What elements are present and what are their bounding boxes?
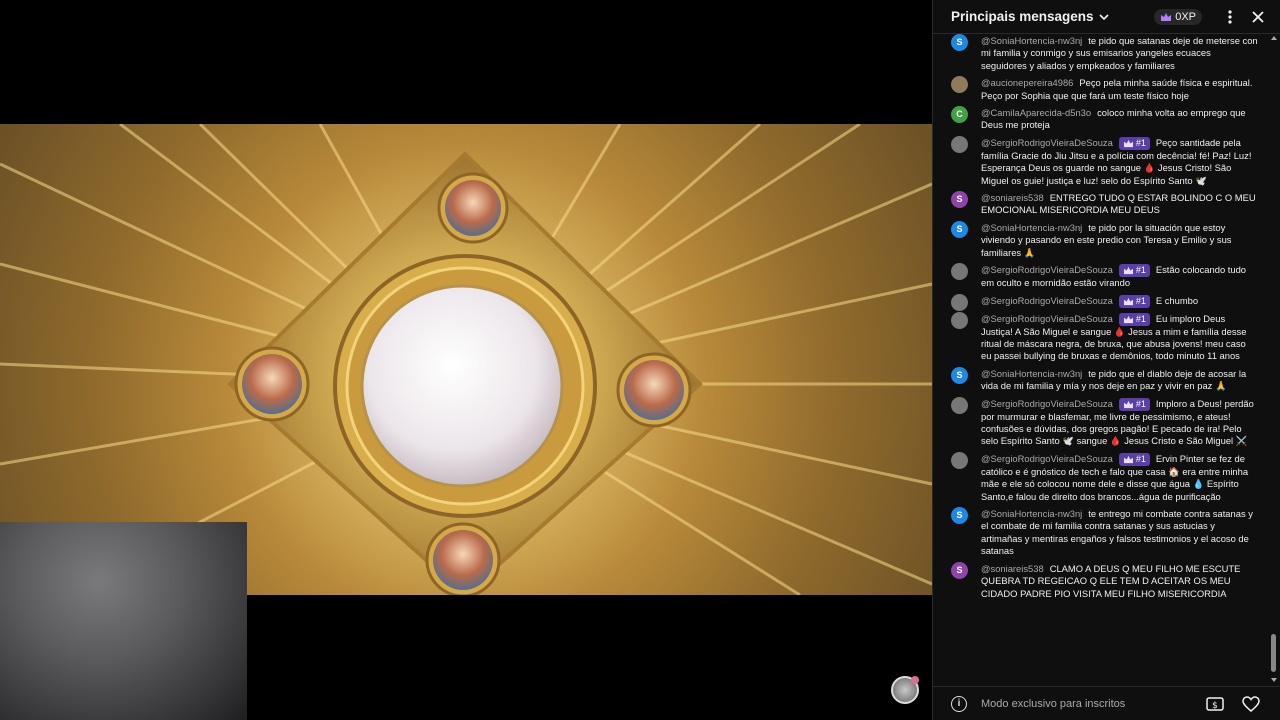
- xp-value: 0XP: [1175, 10, 1196, 23]
- badge-label: #1: [1135, 265, 1146, 276]
- channel-avatar-icon[interactable]: [891, 676, 919, 704]
- chevron-down-icon: [1098, 13, 1109, 20]
- badge-label: #1: [1135, 398, 1146, 409]
- more-options-icon[interactable]: [1220, 7, 1240, 27]
- message-author[interactable]: @SergioRodrigoVieiraDeSouza: [981, 453, 1113, 464]
- chat-message[interactable]: @SergioRodrigoVieiraDeSouza #1 E chumbo: [933, 293, 1270, 312]
- user-avatar[interactable]: [951, 293, 968, 311]
- user-avatar[interactable]: S: [951, 561, 968, 579]
- user-avatar[interactable]: S: [951, 220, 968, 238]
- crown-icon: [1123, 315, 1133, 323]
- message-author[interactable]: @soniareis538: [981, 563, 1044, 574]
- user-avatar[interactable]: [951, 263, 968, 281]
- message-author[interactable]: @SergioRodrigoVieiraDeSouza: [981, 398, 1113, 409]
- chat-mode-dropdown[interactable]: Principais mensagens: [951, 9, 1110, 24]
- message-author[interactable]: @SoniaHortencia-nw3nj: [981, 222, 1082, 233]
- message-text: E chumbo: [1155, 294, 1199, 306]
- message-author[interactable]: @soniareis538: [981, 192, 1044, 203]
- crown-icon: [1123, 455, 1133, 463]
- chat-header: Principais mensagens 0XP: [933, 0, 1280, 34]
- message-author[interactable]: @SoniaHortencia-nw3nj: [981, 35, 1082, 46]
- chat-message[interactable]: @SergioRodrigoVieiraDeSouza #1 Ervin Pinte…: [933, 451, 1270, 507]
- scroll-thumb[interactable]: [1271, 634, 1276, 672]
- chat-message[interactable]: S @soniareis538 CLAMO A DEUS Q MEU FILHO M…: [933, 561, 1270, 604]
- chat-title: Principais mensagens: [951, 9, 1094, 24]
- subscribers-only-notice: Modo exclusivo para inscritos: [981, 697, 1126, 710]
- crown-icon: [1123, 139, 1133, 147]
- top-fan-badge: #1: [1118, 452, 1150, 466]
- chat-message[interactable]: @SergioRodrigoVieiraDeSouza #1 Estão coloc…: [933, 263, 1270, 293]
- crown-icon: [1161, 12, 1172, 21]
- chat-message[interactable]: @SergioRodrigoVieiraDeSouza #1 Eu imploro …: [933, 311, 1270, 367]
- message-author[interactable]: @SoniaHortencia-nw3nj: [981, 368, 1082, 379]
- top-fan-badge: #1: [1118, 397, 1150, 411]
- scroll-up-arrow-icon[interactable]: [1271, 36, 1277, 40]
- chat-message[interactable]: @SergioRodrigoVieiraDeSouza #1 Peço santid…: [933, 135, 1270, 191]
- message-author[interactable]: @SergioRodrigoVieiraDeSouza: [981, 137, 1113, 148]
- message-author[interactable]: @SergioRodrigoVieiraDeSouza: [981, 295, 1113, 306]
- badge-label: #1: [1135, 313, 1146, 324]
- chat-footer: i Modo exclusivo para inscritos $: [933, 686, 1280, 720]
- crown-icon: [1123, 400, 1133, 408]
- chat-message[interactable]: S @SoniaHortencia-nw3nj te pido por la sit…: [933, 220, 1270, 263]
- user-avatar[interactable]: [951, 451, 968, 469]
- svg-text:$: $: [1212, 701, 1218, 711]
- badge-label: #1: [1135, 454, 1146, 465]
- user-avatar[interactable]: [951, 76, 968, 94]
- info-icon[interactable]: i: [951, 695, 967, 712]
- badge-label: #1: [1135, 138, 1146, 149]
- webcam-overlay: [0, 522, 247, 720]
- top-fan-badge: #1: [1118, 294, 1150, 308]
- chat-message[interactable]: @SergioRodrigoVieiraDeSouza #1 Imploro a D…: [933, 396, 1270, 452]
- badge-label: #1: [1135, 295, 1146, 306]
- message-author[interactable]: @SergioRodrigoVieiraDeSouza: [981, 313, 1113, 324]
- chat-scrollbar[interactable]: [1270, 34, 1278, 686]
- top-fan-badge: #1: [1118, 264, 1150, 278]
- user-avatar[interactable]: [951, 396, 968, 414]
- chat-message[interactable]: S @SoniaHortencia-nw3nj te entrego mi comb…: [933, 507, 1270, 562]
- live-chat-panel: Principais mensagens 0XP S @SoniaHortenci…: [932, 0, 1280, 720]
- user-avatar[interactable]: S: [951, 191, 968, 209]
- message-author[interactable]: @SergioRodrigoVieiraDeSouza: [981, 264, 1113, 275]
- heart-icon[interactable]: [1240, 693, 1262, 715]
- crown-icon: [1123, 297, 1133, 305]
- chat-message[interactable]: S @SoniaHortencia-nw3nj te pido que el dia…: [933, 366, 1270, 397]
- top-fan-badge: #1: [1118, 312, 1150, 326]
- message-author[interactable]: @CamilaAparecida-d5n3o: [981, 107, 1091, 118]
- scroll-down-arrow-icon[interactable]: [1271, 678, 1277, 682]
- crown-icon: [1123, 267, 1133, 275]
- user-avatar[interactable]: [951, 311, 968, 329]
- xp-badge[interactable]: 0XP: [1154, 8, 1202, 25]
- user-avatar[interactable]: C: [951, 106, 968, 124]
- user-avatar[interactable]: S: [951, 507, 968, 525]
- chat-message-list[interactable]: S @SoniaHortencia-nw3nj te pido que satana…: [933, 34, 1270, 686]
- chat-message[interactable]: S @soniareis538 ENTREGO TUDO Q ESTAR BOLIN…: [933, 191, 1270, 221]
- video-player[interactable]: [0, 0, 932, 720]
- user-avatar[interactable]: [951, 135, 968, 153]
- chat-message[interactable]: C @CamilaAparecida-d5n3o coloco minha volt…: [933, 106, 1270, 136]
- top-fan-badge: #1: [1118, 136, 1150, 150]
- message-author[interactable]: @SoniaHortencia-nw3nj: [981, 508, 1082, 519]
- chat-message[interactable]: S @SoniaHortencia-nw3nj te pido que satana…: [933, 34, 1270, 76]
- message-author[interactable]: @aucionepereira4986: [981, 77, 1073, 88]
- chat-message[interactable]: @aucionepereira4986 Peço pela minha saúde…: [933, 76, 1270, 106]
- super-chat-icon[interactable]: $: [1204, 693, 1226, 715]
- notification-dot: [911, 676, 919, 684]
- user-avatar[interactable]: S: [951, 366, 968, 384]
- close-icon[interactable]: [1248, 7, 1268, 27]
- user-avatar[interactable]: S: [951, 34, 968, 51]
